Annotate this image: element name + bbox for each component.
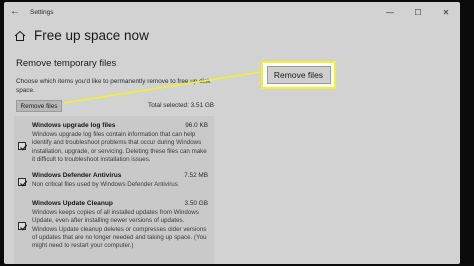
- item-size: 3.50 GB: [184, 200, 208, 207]
- checkmark-icon: [19, 180, 27, 187]
- app-title: Settings: [30, 8, 54, 16]
- window-controls: — ☐ ✕: [384, 2, 452, 22]
- callout-remove-files-button[interactable]: Remove files: [266, 66, 331, 84]
- total-selected: Total selected: 3.51 GB: [148, 102, 215, 109]
- item-description: Windows keeps copies of all installed up…: [32, 209, 207, 250]
- item-size: 96.0 KB: [185, 122, 208, 129]
- maximize-button[interactable]: ☐: [412, 8, 424, 17]
- title-bar: ← Settings — ☐ ✕: [4, 2, 460, 22]
- section-description: Choose which items you'd like to permane…: [16, 78, 211, 94]
- minimize-button[interactable]: —: [384, 8, 396, 17]
- settings-window: ← Settings — ☐ ✕ Free up space now Remov…: [4, 2, 460, 264]
- zoomed-remove-files-callout: Remove files: [261, 61, 336, 89]
- page-title: Free up space now: [34, 28, 149, 43]
- page-header: Free up space now: [14, 28, 149, 43]
- temp-files-list: Windows upgrade log files 96.0 KB Window…: [14, 116, 214, 264]
- item-size: 7.52 MB: [184, 172, 208, 179]
- item-description: Non critical files used by Windows Defen…: [32, 181, 178, 188]
- remove-files-button[interactable]: Remove files: [16, 100, 62, 112]
- close-button[interactable]: ✕: [440, 8, 452, 17]
- item-description: Windows upgrade log files contain inform…: [32, 131, 207, 163]
- home-icon: [14, 30, 26, 41]
- back-button[interactable]: ←: [4, 2, 26, 22]
- checkbox[interactable]: [18, 178, 27, 187]
- checkmark-icon: [19, 224, 27, 231]
- item-name: Windows Update Cleanup: [32, 200, 113, 207]
- checkmark-icon: [19, 144, 27, 151]
- checkbox[interactable]: [18, 222, 27, 231]
- item-name: Windows Defender Antivirus: [32, 172, 122, 179]
- section-title: Remove temporary files: [16, 58, 117, 69]
- checkbox[interactable]: [18, 142, 27, 151]
- item-name: Windows upgrade log files: [32, 122, 116, 129]
